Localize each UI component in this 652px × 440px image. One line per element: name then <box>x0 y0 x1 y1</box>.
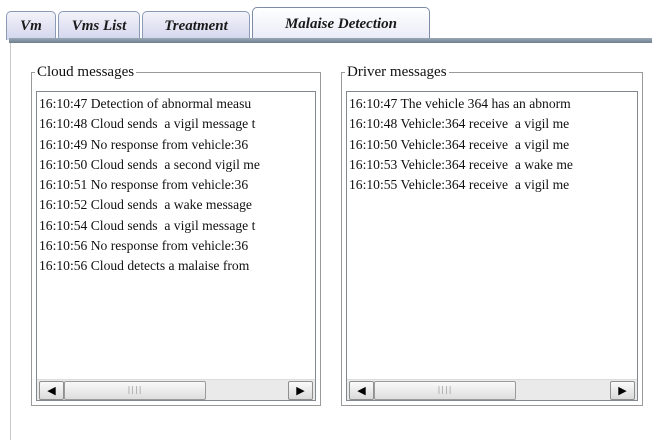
chevron-left-icon: ◀ <box>357 384 366 397</box>
malaise-detection-panel: Cloud messages 16:10:47 Detection of abn… <box>10 43 652 440</box>
cloud-messages-legend: Cloud messages <box>37 64 135 80</box>
list-item[interactable]: 16:10:50 Cloud sends a second vigil me <box>39 155 315 175</box>
list-item[interactable]: 16:10:48 Cloud sends a vigil message t <box>39 114 315 134</box>
driver-messages-list[interactable]: 16:10:47 The vehicle 364 has an abnorm 1… <box>346 91 638 401</box>
cloud-messages-list[interactable]: 16:10:47 Detection of abnormal measu 16:… <box>36 91 316 401</box>
grip-icon: |||| <box>437 385 453 394</box>
list-item[interactable]: 16:10:49 No response from vehicle:36 <box>39 135 315 155</box>
driver-horizontal-scrollbar[interactable]: ◀ |||| ▶ <box>347 379 637 400</box>
list-item[interactable]: 16:10:55 Vehicle:364 receive a vigil me <box>349 175 637 195</box>
scroll-right-button[interactable]: ▶ <box>288 381 313 400</box>
grip-icon: |||| <box>127 385 143 394</box>
scroll-left-button[interactable]: ◀ <box>39 381 64 400</box>
list-item[interactable]: 16:10:50 Vehicle:364 receive a vigil me <box>349 135 637 155</box>
list-item[interactable]: 16:10:47 Detection of abnormal measu <box>39 94 315 114</box>
scroll-left-button[interactable]: ◀ <box>349 381 374 400</box>
list-item[interactable]: 16:10:47 The vehicle 364 has an abnorm <box>349 94 637 114</box>
tab-malaise-detection[interactable]: Malaise Detection <box>252 7 430 40</box>
tab-bar: Vm Vms List Treatment Malaise Detection <box>6 7 432 40</box>
chevron-right-icon: ▶ <box>618 384 627 397</box>
list-item[interactable]: 16:10:56 Cloud detects a malaise from <box>39 256 315 276</box>
cloud-horizontal-scrollbar[interactable]: ◀ |||| ▶ <box>37 379 315 400</box>
scrollbar-thumb[interactable]: |||| <box>64 381 206 400</box>
driver-messages-lines: 16:10:47 The vehicle 364 has an abnorm 1… <box>347 92 637 394</box>
chevron-right-icon: ▶ <box>296 384 305 397</box>
list-item[interactable]: 16:10:54 Cloud sends a vigil message t <box>39 216 315 236</box>
list-item[interactable]: 16:10:48 Vehicle:364 receive a vigil me <box>349 114 637 134</box>
chevron-left-icon: ◀ <box>47 384 56 397</box>
driver-messages-group: Driver messages 16:10:47 The vehicle 364… <box>341 64 643 406</box>
list-item[interactable]: 16:10:56 No response from vehicle:36 <box>39 236 315 256</box>
scroll-right-button[interactable]: ▶ <box>610 381 635 400</box>
cloud-messages-lines: 16:10:47 Detection of abnormal measu 16:… <box>37 92 315 394</box>
tab-treatment[interactable]: Treatment <box>142 11 250 40</box>
list-item[interactable]: 16:10:51 No response from vehicle:36 <box>39 175 315 195</box>
list-item[interactable]: 16:10:52 Cloud sends a wake message <box>39 195 315 215</box>
list-item[interactable]: 16:10:53 Vehicle:364 receive a wake me <box>349 155 637 175</box>
tab-vms-list[interactable]: Vms List <box>58 11 140 40</box>
driver-messages-legend: Driver messages <box>347 64 447 80</box>
scrollbar-thumb[interactable]: |||| <box>374 381 516 400</box>
cloud-messages-group: Cloud messages 16:10:47 Detection of abn… <box>31 64 321 406</box>
tab-vm[interactable]: Vm <box>6 11 56 40</box>
